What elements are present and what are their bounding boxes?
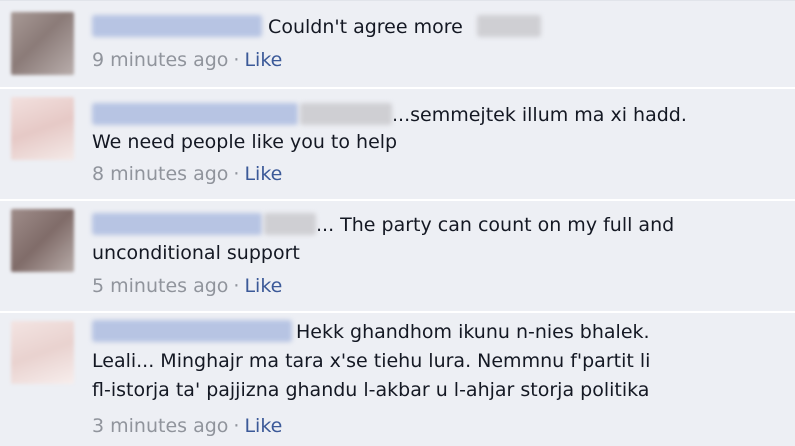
redacted-text <box>476 15 541 37</box>
comment-body: ... The party can count on my full and <box>316 214 675 236</box>
like-link[interactable]: Like <box>244 275 282 297</box>
comment-meta: 3 minutes ago · Like <box>92 414 282 438</box>
avatar[interactable] <box>11 321 74 384</box>
comment-text-line: fl-istorja ta' pajjizna ghandu l-akbar u… <box>92 377 649 403</box>
comment-meta: 5 minutes ago · Like <box>92 274 282 298</box>
like-link[interactable]: Like <box>244 49 282 71</box>
comment-text-line: Leali... Minghajr ma tara x'se tiehu lur… <box>92 348 650 374</box>
comment-body: Leali... Minghajr ma tara x'se tiehu lur… <box>92 350 651 372</box>
comment: Couldn't agree more 9 minutes ago · Like <box>0 1 795 87</box>
separator-dot: · <box>233 163 240 185</box>
comment-list: Couldn't agree more 9 minutes ago · Like .… <box>0 0 795 446</box>
timestamp[interactable]: 3 minutes ago <box>92 415 228 437</box>
comment-text-line: ...semmejtek illum ma xi hadd. <box>92 102 687 128</box>
timestamp[interactable]: 5 minutes ago <box>92 275 228 297</box>
separator-dot: · <box>233 49 240 71</box>
avatar[interactable] <box>11 12 74 75</box>
author-name-redacted[interactable] <box>92 103 298 125</box>
comment-body: ...semmejtek illum ma xi hadd. <box>392 104 687 126</box>
comment-text-line: We need people like you to help <box>92 129 397 155</box>
author-name-redacted[interactable] <box>92 213 262 235</box>
avatar[interactable] <box>11 97 74 160</box>
comment-meta: 8 minutes ago · Like <box>92 162 282 186</box>
comment-body: We need people like you to help <box>92 131 398 153</box>
comment: Hekk ghandhom ikunu n-nies bhalek. Leali… <box>0 313 795 446</box>
redacted-text <box>264 213 316 235</box>
comment-body: Couldn't agree more <box>268 16 463 38</box>
comment-text-line: Couldn't agree more <box>92 14 541 40</box>
comment-body: unconditional support <box>92 242 300 264</box>
separator-dot: · <box>233 415 240 437</box>
like-link[interactable]: Like <box>244 415 282 437</box>
like-link[interactable]: Like <box>244 163 282 185</box>
comment-meta: 9 minutes ago · Like <box>92 48 282 72</box>
author-name-redacted[interactable] <box>92 15 262 37</box>
comment-text-line: ... The party can count on my full and <box>92 212 674 238</box>
comment-body: Hekk ghandhom ikunu n-nies bhalek. <box>296 321 650 343</box>
comment: ...semmejtek illum ma xi hadd. We need p… <box>0 89 795 199</box>
author-name-redacted[interactable] <box>92 320 292 342</box>
timestamp[interactable]: 8 minutes ago <box>92 163 228 185</box>
comment-text-line: unconditional support <box>92 240 300 266</box>
separator-dot: · <box>233 275 240 297</box>
comment-text-line: Hekk ghandhom ikunu n-nies bhalek. <box>92 319 650 345</box>
timestamp[interactable]: 9 minutes ago <box>92 49 228 71</box>
redacted-text <box>300 103 392 125</box>
comment-body: fl-istorja ta' pajjizna ghandu l-akbar u… <box>92 379 650 401</box>
avatar[interactable] <box>11 209 74 272</box>
comment: ... The party can count on my full and u… <box>0 201 795 311</box>
